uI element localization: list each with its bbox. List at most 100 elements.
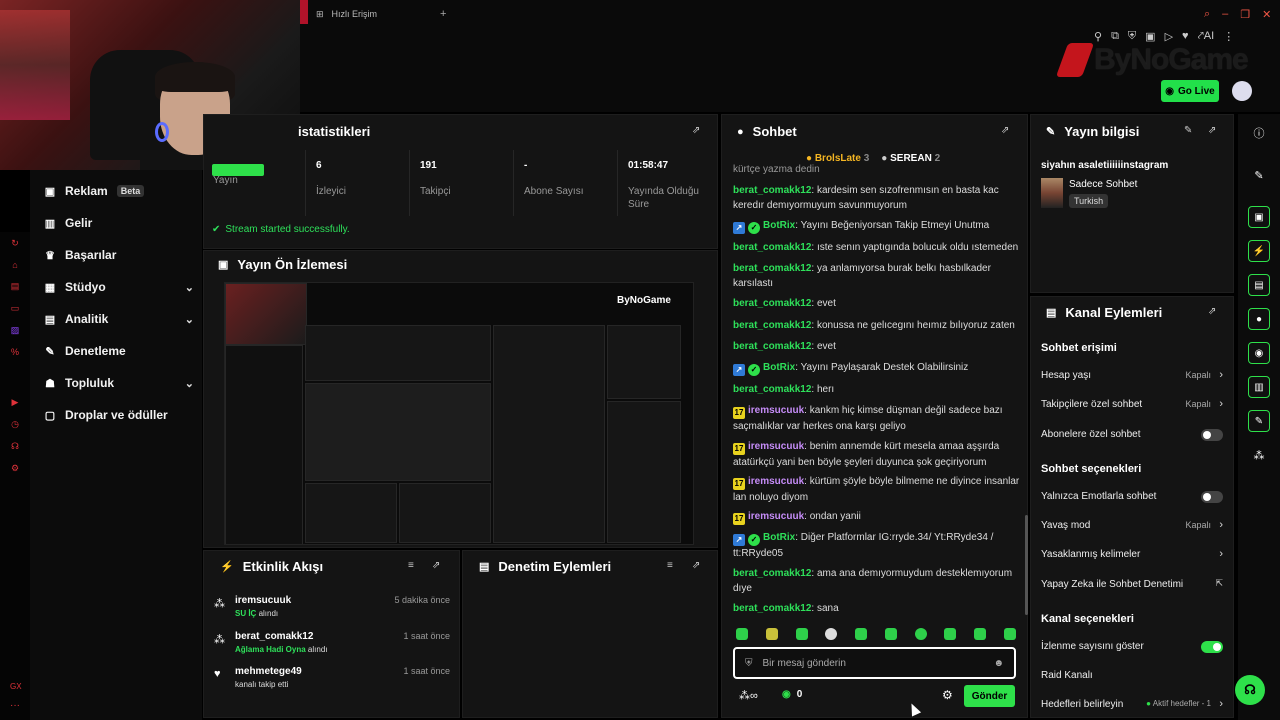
- emote-icon[interactable]: [765, 628, 778, 640]
- chat-settings-icon[interactable]: ⚙: [942, 688, 953, 702]
- chat-username[interactable]: berat_comakk12: [733, 568, 811, 579]
- points-icon[interactable]: ⁂: [1248, 444, 1270, 466]
- info-icon[interactable]: ⓘ: [1248, 122, 1270, 144]
- search-icon[interactable]: ⌕: [1204, 8, 1210, 21]
- wrench-icon[interactable]: ✎: [1248, 410, 1270, 432]
- rail-more-icon[interactable]: ···: [10, 700, 20, 711]
- filter-icon[interactable]: ≡: [408, 560, 414, 571]
- rail-discord-icon[interactable]: ☊: [11, 441, 19, 452]
- nav-item-denetleme[interactable]: ✎ Denetleme: [44, 340, 194, 362]
- goals-row[interactable]: Hedefleri belirleyin ● Aktif hedefler - 1…: [1041, 698, 1223, 713]
- emote-bar: [736, 628, 1016, 640]
- chat-username[interactable]: berat_comakk12: [733, 263, 811, 274]
- close-icon[interactable]: ✕: [1262, 8, 1271, 21]
- new-tab-button[interactable]: +: [440, 8, 446, 20]
- preview-mod: [399, 483, 491, 543]
- emote-icon[interactable]: [974, 628, 987, 640]
- broadcast-icon[interactable]: ◉: [1248, 342, 1270, 364]
- rail-twitch-icon[interactable]: ▨: [11, 325, 20, 336]
- emoji-icon[interactable]: ☻: [993, 658, 1004, 669]
- pencil-icon[interactable]: ✎: [1248, 164, 1270, 186]
- chat-username[interactable]: BotRix: [763, 362, 795, 373]
- nav-item-topluluk[interactable]: ☗ Topluluk ⌄: [44, 372, 194, 394]
- layout-icon[interactable]: ▥: [1248, 376, 1270, 398]
- chat-input[interactable]: ⛨ Bir mesaj gönderin ☻: [733, 647, 1016, 679]
- chat-username[interactable]: berat_comakk12: [733, 185, 811, 196]
- emote-icon[interactable]: [825, 628, 838, 640]
- chat-message: berat_comakk12: kardesim sen sızofrenmıs…: [733, 185, 999, 211]
- rail-play-icon[interactable]: ▶: [12, 397, 19, 408]
- rail-gx-icon[interactable]: GX: [10, 682, 22, 691]
- nav-item-droplar[interactable]: ▢ Droplar ve ödüller: [44, 404, 194, 426]
- chat-username[interactable]: iremsucuuk: [748, 405, 804, 416]
- raid-row[interactable]: Raid Kanalı: [1041, 670, 1223, 684]
- followers-only-row[interactable]: Takipçilere özel sohbet Kapalı ›: [1041, 398, 1223, 413]
- scene-icon[interactable]: ▣: [1248, 206, 1270, 228]
- chat-username[interactable]: berat_comakk12: [733, 298, 811, 309]
- subs-only-toggle[interactable]: [1201, 429, 1223, 441]
- ai-moderation-row[interactable]: Yapay Zeka ile Sohbet Denetimi ⇱: [1041, 578, 1223, 593]
- emote-icon[interactable]: [914, 628, 927, 640]
- chat-username[interactable]: BotRix: [763, 220, 795, 231]
- popout-icon[interactable]: ⇗: [1208, 125, 1216, 136]
- rail-card-icon[interactable]: ▭: [11, 303, 20, 314]
- stream-title: siyahın asaletiiiiiinstagram: [1041, 160, 1169, 171]
- emote-icon[interactable]: [884, 628, 897, 640]
- nav-item-reklam[interactable]: ▣ Reklam Beta: [44, 180, 194, 202]
- preview-logo-text: ByNoGame: [617, 295, 671, 306]
- popout-icon[interactable]: ⇗: [692, 560, 700, 571]
- banned-words-row[interactable]: Yasaklanmış kelimeler ›: [1041, 548, 1223, 563]
- nav-item-analitik[interactable]: ▤ Analitik ⌄: [44, 308, 194, 330]
- nav-item-gelir[interactable]: ▥ Gelir: [44, 212, 194, 234]
- emote-icon[interactable]: [944, 628, 957, 640]
- emote-icon[interactable]: [1003, 628, 1016, 640]
- chat-username[interactable]: berat_comakk12: [733, 384, 811, 395]
- chat-username[interactable]: berat_comakk12: [733, 341, 811, 352]
- emote-icon[interactable]: [736, 628, 748, 640]
- document-icon[interactable]: ▤: [1248, 274, 1270, 296]
- restore-icon[interactable]: ❐: [1240, 8, 1250, 21]
- emotes-only-toggle[interactable]: [1201, 491, 1223, 503]
- emote-icon[interactable]: [855, 628, 868, 640]
- channel-points[interactable]: ◉ 0: [782, 689, 802, 700]
- category-name[interactable]: Sadece Sohbet: [1069, 179, 1137, 190]
- browser-tab[interactable]: ⊞ Hızlı Erişim: [300, 4, 450, 24]
- go-live-button[interactable]: ◉ Go Live: [1161, 80, 1219, 102]
- send-button[interactable]: Gönder: [964, 685, 1015, 707]
- stream-preview: ByNoGame: [224, 282, 694, 545]
- chat-username[interactable]: berat_comakk12: [733, 242, 811, 253]
- account-age-row[interactable]: Hesap yaşı Kapalı ›: [1041, 369, 1223, 384]
- points-infinity-icon[interactable]: ⁂∞: [739, 689, 758, 702]
- help-chat-button[interactable]: ☊: [1235, 675, 1265, 705]
- avatar[interactable]: [1232, 81, 1252, 101]
- rail-clock-icon[interactable]: ◷: [11, 419, 19, 430]
- filter-icon[interactable]: ≡: [667, 560, 673, 571]
- popout-icon[interactable]: ⇗: [1208, 306, 1216, 317]
- rail-settings-icon[interactable]: ⚙: [11, 463, 19, 474]
- chat-message: berat_comakk12: evet: [733, 298, 836, 309]
- popout-icon[interactable]: ⇗: [432, 560, 440, 571]
- chat-scrollbar[interactable]: [1025, 515, 1028, 615]
- chat-icon[interactable]: ●: [1248, 308, 1270, 330]
- chat-message: berat_comakk12: evet: [733, 341, 836, 352]
- chat-username[interactable]: iremsucuuk: [748, 441, 804, 452]
- popout-icon[interactable]: ⇗: [692, 125, 700, 136]
- chat-username[interactable]: berat_comakk12: [733, 320, 811, 331]
- rail-percent-icon[interactable]: %: [11, 347, 19, 357]
- emote-icon[interactable]: [795, 628, 808, 640]
- nav-item-basarilar[interactable]: ♛ Başarılar: [44, 244, 194, 266]
- popout-icon[interactable]: ⇗: [1001, 125, 1009, 136]
- rail-wallet-icon[interactable]: ▤: [11, 281, 20, 292]
- chat-username[interactable]: iremsucuuk: [748, 476, 804, 487]
- rail-bag-icon[interactable]: ⌂: [12, 260, 17, 270]
- edit-icon[interactable]: ✎: [1184, 125, 1192, 136]
- bolt-icon[interactable]: ⚡: [1248, 240, 1270, 262]
- chat-username[interactable]: berat_comakk12: [733, 603, 811, 614]
- show-viewers-toggle[interactable]: [1201, 641, 1223, 653]
- nav-item-studyo[interactable]: ▦ Stüdyo ⌄: [44, 276, 194, 298]
- chat-username[interactable]: iremsucuuk: [748, 511, 804, 522]
- chat-username[interactable]: BotRix: [763, 532, 795, 543]
- rail-refresh-icon[interactable]: ↻: [11, 238, 19, 249]
- slow-mode-row[interactable]: Yavaş mod Kapalı ›: [1041, 519, 1223, 534]
- minimize-icon[interactable]: –: [1222, 8, 1228, 21]
